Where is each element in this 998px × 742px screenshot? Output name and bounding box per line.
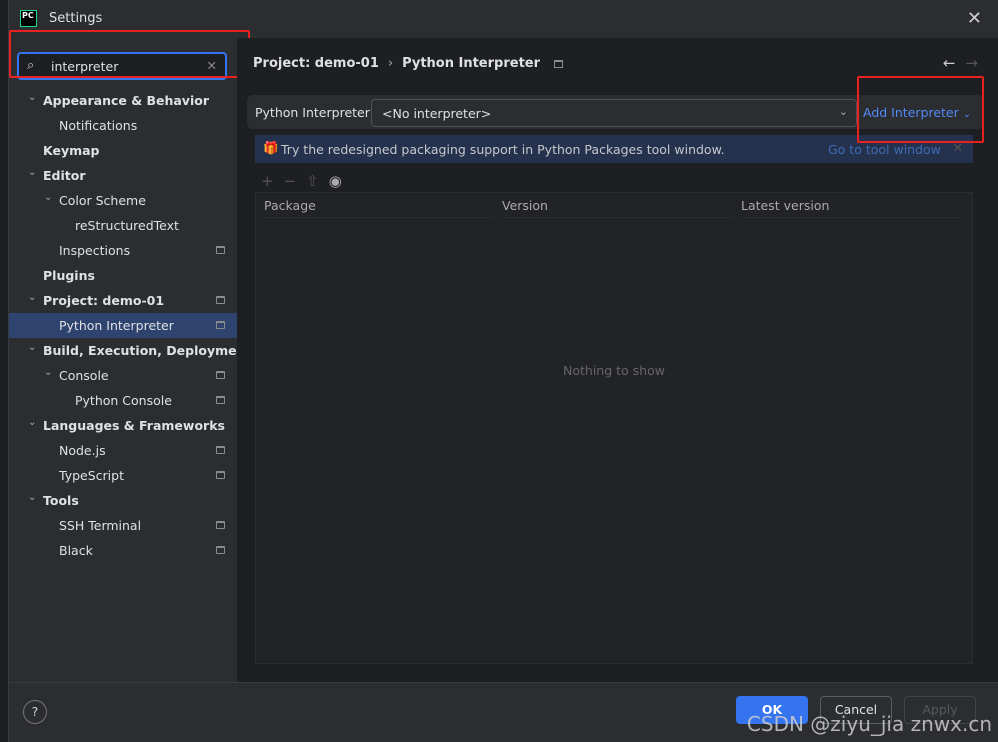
sidebar-item-label: reStructuredText [75,218,179,233]
chevron-down-icon[interactable]: ⌄ [28,285,36,310]
banner-text: Try the redesigned packaging support in … [281,142,725,157]
sidebar-item[interactable]: Python Console [9,388,237,413]
forward-arrow-icon[interactable]: → [965,54,978,72]
breadcrumb: Project: demo-01 › Python Interpreter [253,56,564,71]
sidebar-item-label: Python Interpreter [59,318,174,333]
sidebar-item[interactable]: ⌄ Project: demo-01 [9,288,237,313]
column-header-version[interactable]: Version [502,193,732,218]
sidebar-item-label: Plugins [43,268,95,283]
highlight-box-add-interpreter [857,76,984,143]
add-package-icon[interactable]: + [261,172,274,190]
sidebar-item[interactable]: SSH Terminal [9,513,237,538]
breadcrumb-current: Python Interpreter [402,56,541,71]
sidebar-item-label: Node.js [59,443,106,458]
breadcrumb-parent[interactable]: Project: demo-01 [253,56,379,71]
gift-icon: 🎁 [263,140,279,155]
project-scope-icon [216,321,225,329]
empty-state-text: Nothing to show [563,363,665,378]
eye-icon[interactable]: ◉ [329,172,342,190]
interpreter-label: Python Interpreter: [255,105,374,120]
breadcrumb-separator: › [387,56,394,71]
project-scope-icon [216,471,225,479]
chevron-down-icon[interactable]: ⌄ [28,160,36,185]
project-scope-icon [216,446,225,454]
interpreter-select[interactable]: <No interpreter> ⌄ [371,99,857,127]
sidebar-item-label: Project: demo-01 [43,293,165,308]
sidebar-item[interactable]: ⌄ Languages & Frameworks [9,413,237,438]
chevron-down-icon[interactable]: ⌄ [28,485,36,510]
column-header-package[interactable]: Package [264,193,494,218]
settings-sidebar: ⌕ interpreter ✕ ⌄ Appearance & Behavior No… [9,38,251,682]
sidebar-item[interactable]: reStructuredText [9,213,237,238]
sidebar-item[interactable]: Plugins [9,263,237,288]
sidebar-item[interactable]: Black [9,538,237,563]
pycharm-logo-icon: PC [20,10,37,27]
chevron-down-icon[interactable]: ⌄ [28,410,36,435]
sidebar-item[interactable]: ⌄ Color Scheme [9,188,237,213]
window-title: Settings [49,11,103,26]
chevron-down-icon[interactable]: ⌄ [28,85,36,110]
sidebar-item[interactable]: ⌄ Console [9,363,237,388]
sidebar-item-label: Console [59,368,109,383]
package-toolbar: + − ⇧ ◉ [261,172,352,190]
sidebar-item-label: Appearance & Behavior [43,93,209,108]
project-scope-icon [216,396,225,404]
project-scope-icon [216,521,225,529]
sidebar-item-label: Keymap [43,143,100,158]
back-arrow-icon[interactable]: ← [943,54,956,72]
sidebar-item-label: SSH Terminal [59,518,142,533]
sidebar-item[interactable]: Notifications [9,113,237,138]
chevron-down-icon[interactable]: ⌄ [44,185,52,210]
sidebar-item-label: Notifications [59,118,138,133]
sidebar-item-label: Color Scheme [59,193,146,208]
sidebar-item-label: Black [59,543,93,558]
settings-dialog: PC Settings ✕ ⌕ interpreter ✕ ⌄ Appearanc… [8,0,998,742]
sidebar-item[interactable]: Keymap [9,138,237,163]
sidebar-item[interactable]: ⌄ Appearance & Behavior [9,88,237,113]
sidebar-item-label: Tools [43,493,79,508]
project-scope-icon [216,546,225,554]
project-scope-icon [554,59,564,68]
packages-table: Package Version Latest version Nothing t… [255,192,973,664]
close-icon[interactable]: ✕ [967,8,982,29]
sidebar-item-label: Languages & Frameworks [43,418,225,433]
sidebar-item[interactable]: Inspections [9,238,237,263]
project-scope-icon [216,371,225,379]
sidebar-item[interactable]: ⌄ Tools [9,488,237,513]
sidebar-item[interactable]: Python Interpreter [9,313,237,338]
watermark: CSDN @ziyu_jia znwx.cn [746,712,992,736]
go-to-tool-window-link[interactable]: Go to tool window [828,142,941,157]
chevron-down-icon[interactable]: ⌄ [28,335,36,360]
highlight-box-search [9,30,250,78]
sidebar-item-label: TypeScript [59,468,124,483]
sidebar-item-label: Build, Execution, Deployment [43,343,252,358]
interpreter-value: <No interpreter> [382,106,492,121]
chevron-down-icon: ⌄ [838,105,848,118]
sidebar-item[interactable]: TypeScript [9,463,237,488]
project-scope-icon [216,296,225,304]
remove-package-icon[interactable]: − [284,172,297,190]
column-header-latest-version[interactable]: Latest version [741,193,961,218]
sidebar-item-label: Python Console [75,393,172,408]
sidebar-item[interactable]: Node.js [9,438,237,463]
project-scope-icon [216,246,225,254]
upgrade-package-icon[interactable]: ⇧ [306,172,319,190]
nav-arrows: ← → [933,54,978,72]
chevron-down-icon[interactable]: ⌄ [44,360,52,385]
help-button[interactable]: ? [23,700,47,724]
sidebar-item-label: Inspections [59,243,131,258]
